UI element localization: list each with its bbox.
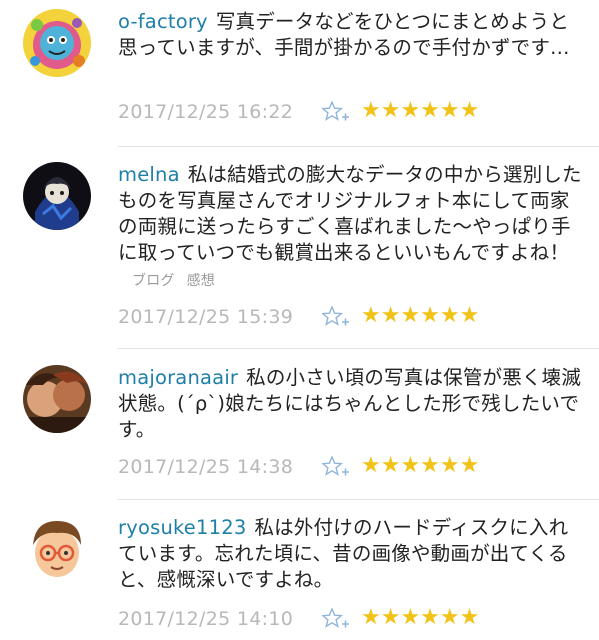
username-link[interactable]: majoranaair [118,366,238,389]
tag-list: ブログ 感想 [132,273,227,289]
username-link[interactable]: ryosuke1123 [118,516,246,539]
comment-body: melna 私は結婚式の膨大なデータの中から選別したものを写真屋さんでオリジナルフ… [118,162,586,294]
timestamp: 2017/12/25 16:22 [118,101,294,123]
comment-body: o-factory 写真データなどをひとつにまとめようと思っていますが、手間が掛か… [118,9,586,61]
avatar[interactable] [23,515,91,583]
add-favorite-button[interactable] [322,101,350,123]
comment-item: o-factory 写真データなどをひとつにまとめようと思っていますが、手間が掛か… [0,0,599,146]
username-link[interactable]: melna [118,163,180,186]
comment-meta: 2017/12/25 14:10 ★★★★★★ [118,605,588,632]
star-plus-icon [322,101,349,121]
star-plus-icon [322,608,349,628]
timestamp: 2017/12/25 15:39 [118,306,294,328]
star-plus-icon [322,456,349,476]
comment-meta: 2017/12/25 14:38 ★★★★★★ [118,453,588,480]
comment-item: majoranaair 私の小さい頃の写真は保管が悪く壊滅状態。(´ρ`)娘たちに… [0,349,599,498]
avatar[interactable] [23,365,91,433]
tag-blog[interactable]: ブログ [132,273,175,289]
username-link[interactable]: o-factory [118,10,208,33]
comment-meta: 2017/12/25 15:39 ★★★★★★ [118,303,588,330]
glasses-boy-avatar-icon [23,515,91,583]
dark-anime-character-avatar-icon [23,162,91,230]
comment-body: ryosuke1123 私は外付けのハードディスクに入れています。忘れた頃に、昔の… [118,515,586,593]
colorful-character-avatar-icon [23,9,91,77]
timestamp: 2017/12/25 14:38 [118,456,294,478]
add-favorite-button[interactable] [322,608,350,630]
star-rating[interactable]: ★★★★★★ [361,303,479,328]
comment-body: majoranaair 私の小さい頃の写真は保管が悪く壊滅状態。(´ρ`)娘たちに… [118,365,586,443]
comment-feed: o-factory 写真データなどをひとつにまとめようと思っていますが、手間が掛か… [0,0,599,640]
comment-item: ryosuke1123 私は外付けのハードディスクに入れています。忘れた頃に、昔の… [0,500,599,640]
avatar[interactable] [23,9,91,77]
star-rating[interactable]: ★★★★★★ [361,98,479,123]
painting-portrait-avatar-icon [23,365,91,433]
star-rating[interactable]: ★★★★★★ [361,453,479,478]
tag-review[interactable]: 感想 [187,273,215,289]
comment-text: 私は結婚式の膨大なデータの中から選別したものを写真屋さんでオリジナルフォト本にし… [118,163,582,264]
timestamp: 2017/12/25 14:10 [118,608,294,630]
avatar[interactable] [23,162,91,230]
comment-item: melna 私は結婚式の膨大なデータの中から選別したものを写真屋さんでオリジナルフ… [0,147,599,350]
comment-meta: 2017/12/25 16:22 ★★★★★★ [118,98,588,125]
add-favorite-button[interactable] [322,456,350,478]
star-rating[interactable]: ★★★★★★ [361,605,479,630]
add-favorite-button[interactable] [322,306,350,328]
star-plus-icon [322,306,349,326]
